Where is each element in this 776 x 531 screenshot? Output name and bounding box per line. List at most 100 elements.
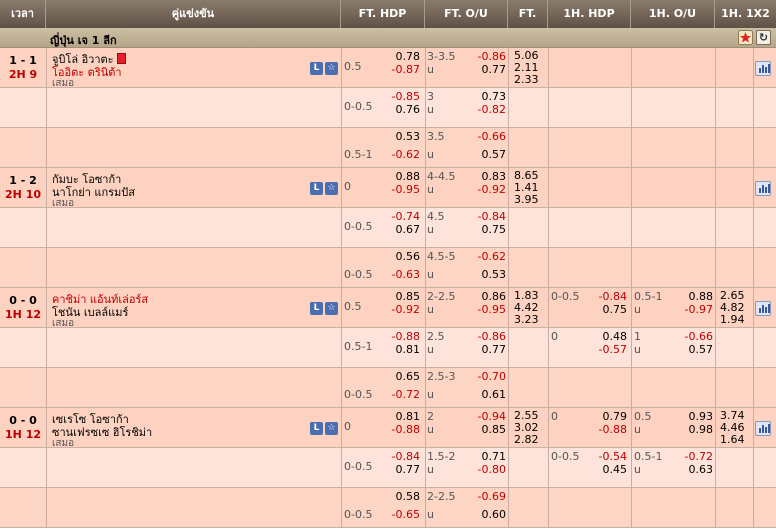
bar-chart-icon[interactable] [755,61,771,76]
favorite-star-icon[interactable]: ☆ [325,422,338,435]
ft-under-odds[interactable]: -0.95 [466,303,506,316]
ft-hdp-away-odds[interactable]: -0.95 [380,183,420,196]
ft-hdp-home-odds[interactable]: -0.74 [380,210,420,223]
ft-hdp-away-odds[interactable]: -0.63 [380,268,420,281]
ft-over-odds[interactable]: -0.84 [466,210,506,223]
ft-hdp-home-odds[interactable]: 0.56 [380,250,421,263]
1h-under-odds[interactable]: 0.57 [673,343,714,356]
1h-hdp-away-odds[interactable]: -0.88 [587,423,627,436]
ft-hdp-home-odds[interactable]: 0.58 [380,490,421,503]
ft-hdp-away-odds[interactable]: -0.88 [380,423,420,436]
1h-under-odds[interactable]: 0.98 [673,423,714,436]
ft-under-odds[interactable]: -0.80 [466,463,506,476]
ft-over-odds[interactable]: 0.71 [466,450,507,463]
ft-hdp-away-odds[interactable]: -0.92 [380,303,420,316]
1h-hdp-home-odds[interactable]: -0.54 [587,450,627,463]
header-ft-hdp[interactable]: FT. HDP [341,0,425,28]
ft-hdp-away-odds[interactable]: 0.77 [380,463,421,476]
ft-hdp-home-odds[interactable]: -0.84 [380,450,420,463]
bar-chart-icon-bar [759,428,761,433]
live-icon[interactable]: L [310,302,323,315]
1h-under-odds[interactable]: 0.63 [673,463,714,476]
ft-hdp-home-odds[interactable]: 0.53 [380,130,421,143]
ft-1x2-away[interactable]: 2.33 [514,73,539,86]
ft-under-odds[interactable]: 0.61 [466,388,507,401]
ft-hdp-away-odds[interactable]: 0.76 [380,103,421,116]
1h-under-odds[interactable]: -0.97 [673,303,713,316]
ft-under-odds[interactable]: 0.77 [466,343,507,356]
header-1h-hdp[interactable]: 1H. HDP [548,0,631,28]
1h-over-odds[interactable]: -0.66 [673,330,713,343]
ft-over-odds[interactable]: -0.94 [466,410,506,423]
ft-hdp-line: 0 [344,180,351,193]
ft-over-odds[interactable]: -0.69 [466,490,506,503]
ft-hdp-home-odds[interactable]: 0.81 [380,410,421,423]
1h-over-odds[interactable]: -0.72 [673,450,713,463]
star-icon[interactable] [738,30,753,45]
ft-over-odds[interactable]: 0.73 [466,90,507,103]
ft-hdp-home-odds[interactable]: -0.85 [380,90,420,103]
1h-1x2-away[interactable]: 1.94 [720,313,745,326]
1h-over-odds[interactable]: 0.88 [673,290,714,303]
1h-hdp-away-odds[interactable]: -0.57 [587,343,627,356]
ft-under-label: u [427,223,434,236]
header-1h-ou[interactable]: 1H. O/U [631,0,715,28]
ft-under-odds[interactable]: 0.75 [466,223,507,236]
live-icon[interactable]: L [310,182,323,195]
live-icon[interactable]: L [310,422,323,435]
ft-over-odds[interactable]: -0.66 [466,130,506,143]
ft-hdp-home-odds[interactable]: -0.88 [380,330,420,343]
ft-hdp-away-odds[interactable]: -0.87 [380,63,420,76]
ft-1x2-away[interactable]: 3.23 [514,313,539,326]
column-divider [753,488,754,527]
league-row[interactable]: ญี่ปุ่น เจ 1 ลีก ↻ [0,28,776,48]
column-divider [46,408,47,447]
ft-over-odds[interactable]: 0.83 [466,170,507,183]
1h-hdp-away-odds[interactable]: 0.45 [587,463,628,476]
1h-hdp-home-odds[interactable]: 0.48 [587,330,628,343]
ft-hdp-home-odds[interactable]: 0.85 [380,290,421,303]
1h-1x2-away[interactable]: 1.64 [720,433,745,446]
ft-hdp-away-odds[interactable]: 0.81 [380,343,421,356]
live-icon[interactable]: L [310,62,323,75]
ft-under-odds[interactable]: 0.77 [466,63,507,76]
ft-1x2-away[interactable]: 2.82 [514,433,539,446]
ft-hdp-away-odds[interactable]: -0.62 [380,148,420,161]
ft-under-odds[interactable]: -0.92 [466,183,506,196]
bar-chart-icon[interactable] [755,421,771,436]
bar-chart-icon-bar [768,184,770,193]
header-1h-1x2[interactable]: 1H. 1X2 [715,0,776,28]
bar-chart-icon[interactable] [755,301,771,316]
ft-over-odds[interactable]: -0.86 [466,50,506,63]
ft-hdp-home-odds[interactable]: 0.78 [380,50,421,63]
column-divider [715,48,716,87]
column-divider [425,488,426,527]
ft-under-odds[interactable]: 0.57 [466,148,507,161]
ft-over-odds[interactable]: 0.86 [466,290,507,303]
header-ft-ou[interactable]: FT. O/U [425,0,508,28]
ft-under-odds[interactable]: 0.60 [466,508,507,521]
1h-hdp-home-odds[interactable]: -0.84 [587,290,627,303]
ft-over-odds[interactable]: -0.86 [466,330,506,343]
ft-over-odds[interactable]: -0.62 [466,250,506,263]
ft-under-odds[interactable]: 0.85 [466,423,507,436]
bar-chart-icon[interactable] [755,181,771,196]
header-ft-1x2[interactable]: FT. 1X2 [508,0,548,48]
1h-over-odds[interactable]: 0.93 [673,410,714,423]
ft-hdp-home-odds[interactable]: 0.88 [380,170,421,183]
ft-over-odds[interactable]: -0.70 [466,370,506,383]
ft-under-odds[interactable]: 0.53 [466,268,507,281]
1h-hdp-away-odds[interactable]: 0.75 [587,303,628,316]
match-time: 1H 12 [5,428,41,441]
favorite-star-icon[interactable]: ☆ [325,182,338,195]
favorite-star-icon[interactable]: ☆ [325,302,338,315]
favorite-star-icon[interactable]: ☆ [325,62,338,75]
ft-under-odds[interactable]: -0.82 [466,103,506,116]
ft-hdp-away-odds[interactable]: 0.67 [380,223,421,236]
ft-hdp-away-odds[interactable]: -0.65 [380,508,420,521]
ft-1x2-away[interactable]: 3.95 [514,193,539,206]
ft-hdp-home-odds[interactable]: 0.65 [380,370,421,383]
refresh-icon[interactable]: ↻ [756,30,771,45]
1h-hdp-home-odds[interactable]: 0.79 [587,410,628,423]
ft-hdp-away-odds[interactable]: -0.72 [380,388,420,401]
